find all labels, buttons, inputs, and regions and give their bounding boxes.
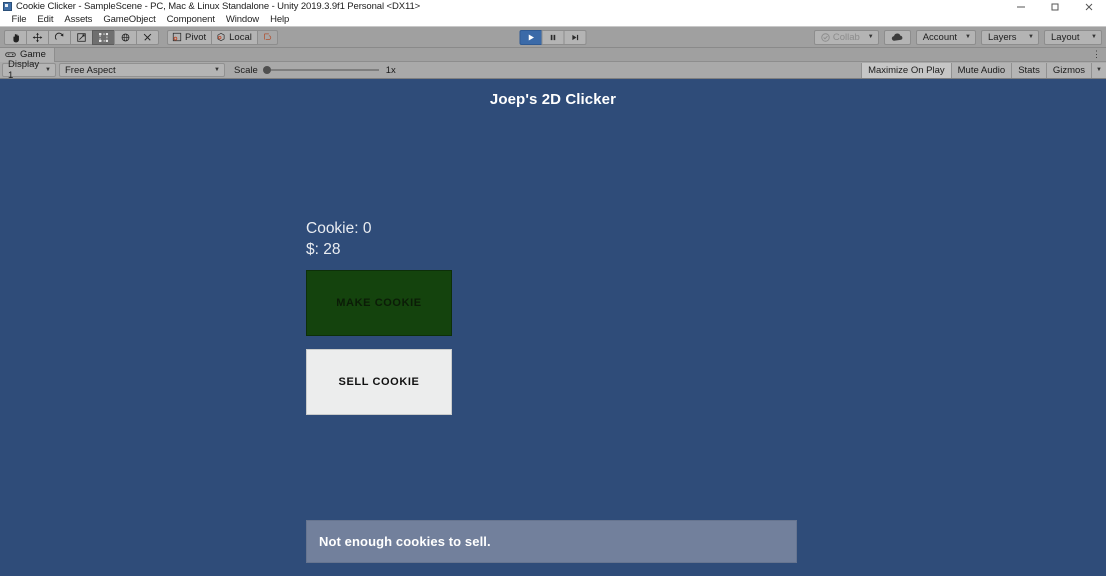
- message-banner: Not enough cookies to sell.: [306, 520, 797, 563]
- chevron-down-icon: ▼: [1028, 34, 1034, 40]
- layout-label: Layout: [1051, 31, 1080, 43]
- menubar: File Edit Assets GameObject Component Wi…: [0, 13, 1106, 27]
- chevron-down-icon: ▼: [1091, 34, 1097, 40]
- window-titlebar: Cookie Clicker - SampleScene - PC, Mac &…: [0, 0, 1106, 13]
- step-icon: [572, 34, 579, 40]
- game-icon: [5, 52, 16, 57]
- chevron-down-icon: ▼: [45, 67, 51, 73]
- make-cookie-label: MAKE COOKIE: [336, 297, 422, 309]
- local-icon: [217, 32, 225, 42]
- layout-button[interactable]: Layout ▼: [1044, 29, 1102, 45]
- money-counter: $: 28: [306, 240, 341, 258]
- scale-tool-button[interactable]: [70, 29, 93, 45]
- local-button[interactable]: Local: [211, 29, 258, 45]
- aspect-select-label: Free Aspect: [65, 64, 116, 76]
- scale-slider-knob[interactable]: [262, 66, 271, 74]
- unity-icon: [3, 2, 12, 11]
- step-button[interactable]: [563, 29, 587, 45]
- cloud-button[interactable]: [883, 29, 911, 45]
- local-label: Local: [229, 31, 252, 43]
- scale-label: Scale: [234, 64, 258, 76]
- pause-button[interactable]: [541, 29, 565, 45]
- chevron-down-icon: ▼: [214, 67, 220, 73]
- hand-tool-button[interactable]: [4, 29, 27, 45]
- pivot-label: Pivot: [185, 31, 207, 43]
- move-tool-button[interactable]: [26, 29, 49, 45]
- mute-audio-toggle[interactable]: Mute Audio: [950, 62, 1012, 78]
- menu-item-window[interactable]: Window: [220, 14, 264, 25]
- game-toolbar-right: Maximize On Play Mute Audio Stats Gizmos…: [861, 62, 1106, 79]
- cloud-icon: [891, 33, 903, 41]
- window-controls: [1004, 0, 1106, 13]
- gizmos-dropdown-button[interactable]: ▼: [1091, 62, 1106, 78]
- stats-toggle[interactable]: Stats: [1011, 62, 1046, 78]
- display-select[interactable]: Display 1 ▼: [2, 59, 56, 81]
- counters-panel: Cookie: 0 $: 28: [306, 219, 371, 260]
- account-button[interactable]: Account ▼: [915, 29, 976, 45]
- tabbar: Game ⋮: [0, 47, 1106, 62]
- play-icon: [528, 34, 534, 40]
- menu-item-gameobject[interactable]: GameObject: [98, 14, 161, 25]
- account-label: Account: [922, 31, 958, 43]
- close-button[interactable]: [1072, 0, 1106, 13]
- menu-item-assets[interactable]: Assets: [59, 14, 98, 25]
- aspect-select[interactable]: Free Aspect ▼: [59, 63, 225, 77]
- cookie-counter: Cookie: 0: [306, 220, 372, 237]
- make-cookie-button[interactable]: MAKE COOKIE: [306, 270, 452, 336]
- maximize-on-play-label: Maximize On Play: [868, 64, 945, 76]
- grid-snap-icon: [263, 33, 271, 40]
- tab-overflow-icon[interactable]: ⋮: [1092, 50, 1101, 59]
- menu-item-file[interactable]: File: [6, 14, 32, 25]
- window-title: Cookie Clicker - SampleScene - PC, Mac &…: [16, 1, 421, 12]
- chevron-down-icon: ▼: [965, 34, 971, 40]
- main-toolbar: Pivot Local Collab ▼ Account ▼ Layers ▼ …: [0, 27, 1106, 48]
- pivot-group: Pivot Local: [167, 29, 278, 45]
- collab-label: Collab: [832, 31, 860, 43]
- layers-button[interactable]: Layers ▼: [981, 29, 1039, 45]
- maximize-button[interactable]: [1038, 0, 1072, 13]
- scale-value: 1x: [385, 64, 396, 76]
- sell-cookie-label: SELL COOKIE: [338, 376, 420, 388]
- collab-button[interactable]: Collab ▼: [813, 29, 879, 45]
- playback-controls: [519, 29, 587, 45]
- game-view: Joep's 2D Clicker Cookie: 0 $: 28 MAKE C…: [0, 79, 1106, 576]
- custom-tool-button[interactable]: [136, 29, 159, 45]
- gizmos-toggle[interactable]: Gizmos: [1045, 62, 1092, 78]
- layers-label: Layers: [988, 31, 1017, 43]
- menu-item-help[interactable]: Help: [265, 14, 295, 25]
- chevron-down-icon: ▼: [867, 34, 874, 40]
- transform-tool-button[interactable]: [114, 29, 137, 45]
- transform-tools-group: [4, 29, 159, 45]
- menu-item-component[interactable]: Component: [161, 14, 220, 25]
- stats-label: Stats: [1018, 64, 1040, 76]
- game-title: Joep's 2D Clicker: [489, 91, 617, 108]
- rect-tool-button[interactable]: [92, 29, 115, 45]
- rotate-tool-button[interactable]: [48, 29, 71, 45]
- message-text: Not enough cookies to sell.: [319, 534, 491, 549]
- pivot-button[interactable]: Pivot: [167, 29, 213, 45]
- play-button[interactable]: [519, 29, 543, 45]
- chevron-down-icon: ▼: [1096, 67, 1102, 73]
- sell-cookie-button[interactable]: SELL COOKIE: [306, 349, 452, 415]
- toolbar-right-group: Collab ▼ Account ▼ Layers ▼ Layout ▼: [809, 29, 1102, 45]
- maximize-on-play-toggle[interactable]: Maximize On Play: [861, 62, 951, 78]
- gizmos-label: Gizmos: [1052, 64, 1086, 76]
- scale-slider[interactable]: [262, 66, 379, 74]
- game-toolbar: Display 1 ▼ Free Aspect ▼ Scale 1x Maxim…: [0, 59, 1106, 81]
- mute-audio-label: Mute Audio: [957, 64, 1006, 76]
- pivot-icon: [172, 32, 182, 42]
- collab-check-icon: [821, 32, 830, 42]
- grid-snap-button[interactable]: [256, 29, 278, 45]
- menu-item-edit[interactable]: Edit: [32, 14, 59, 25]
- minimize-button[interactable]: [1004, 0, 1038, 13]
- scale-slider-track[interactable]: [270, 69, 379, 71]
- pause-icon: [550, 34, 556, 40]
- display-select-label: Display 1: [8, 59, 40, 81]
